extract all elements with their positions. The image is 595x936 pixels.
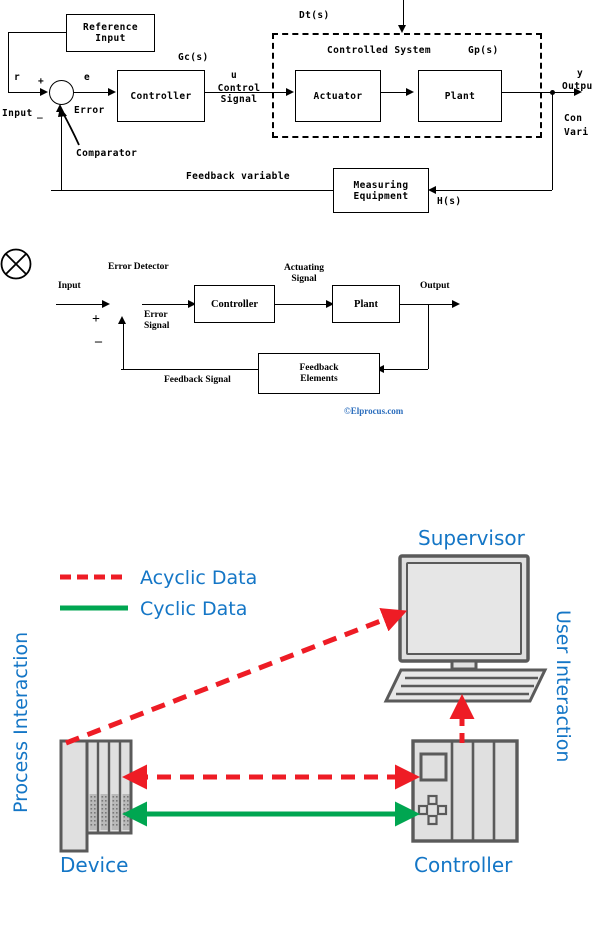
arrow-disturbance-down <box>398 25 406 33</box>
fig2-plus-sign: + <box>92 312 100 327</box>
plant-box: Plant <box>418 70 502 122</box>
gc-label: Gc(s) <box>178 52 209 63</box>
reference-input-label: Reference Input <box>82 22 139 44</box>
u-label: u <box>231 70 238 81</box>
fig2-arrow-into-detector <box>102 300 110 308</box>
figure-closed-loop-control-system: Reference Input r + Input _ e Error Comp… <box>0 0 595 232</box>
fig2-feedback-down-wire <box>428 304 429 369</box>
controller-label: Controller <box>130 90 192 102</box>
feedback-to-measuring-wire <box>434 190 552 191</box>
measuring-equipment-label: Measuring Equipment <box>353 179 409 202</box>
fig2-controller-box: Controller <box>194 285 275 323</box>
ref-input-to-sum-wire <box>8 92 44 93</box>
minus-sign: _ <box>37 108 44 119</box>
y-label: y <box>577 68 584 79</box>
ref-input-top-wire <box>8 32 66 33</box>
figure-feedback-control-system: Input Error Detector + – Error Signal Co… <box>0 248 595 434</box>
measuring-equipment-box: Measuring Equipment <box>333 168 429 213</box>
feedback-variable-wire <box>51 190 334 191</box>
fig2-plant-box: Plant <box>332 285 400 323</box>
hs-label: H(s) <box>437 196 462 207</box>
arrow-device-to-supervisor <box>65 608 408 746</box>
actuating-signal-label: Actuating Signal <box>283 263 325 284</box>
error-detector-symbol <box>0 248 32 280</box>
plus-sign: + <box>38 76 45 87</box>
fig2-feedback-signal-wire <box>121 369 258 370</box>
diagram-page: Reference Input r + Input _ e Error Comp… <box>0 0 595 936</box>
arrow-into-summing-junction <box>40 88 48 96</box>
fig2-plant-label: Plant <box>354 298 378 310</box>
fig2-error-wire <box>142 304 192 305</box>
fig2-minus-sign: – <box>95 334 102 349</box>
gp-label: Gp(s) <box>468 45 499 56</box>
controlled-variable-line2: Vari <box>564 127 589 138</box>
feedback-signal-label: Feedback Signal <box>164 375 231 385</box>
fig2-input-wire <box>56 304 106 305</box>
fig2-feedback-to-elements-wire <box>382 369 428 370</box>
figure-cyclic-acyclic-data: Acyclic Data Cyclic Data Process Interac… <box>0 510 595 936</box>
elprocus-watermark: ©Elprocus.com <box>344 406 404 416</box>
plant-label: Plant <box>444 90 476 102</box>
feedback-elements-label: Feedback Elements <box>299 362 339 384</box>
actuator-box: Actuator <box>295 70 381 122</box>
arrow-into-measuring-equipment <box>428 186 436 194</box>
fig2-actuating-wire <box>275 304 330 305</box>
fig2-output-wire <box>400 304 458 305</box>
control-signal-label: Control Signal <box>217 83 261 105</box>
controlled-variable-line1: Con <box>564 113 583 124</box>
feedback-elements-box: Feedback Elements <box>258 353 380 394</box>
arrows-layer <box>65 608 475 827</box>
fig2-feedback-up-wire <box>123 324 124 369</box>
controlled-system-label: Controlled System <box>327 45 432 56</box>
feedback-down-wire <box>552 92 553 190</box>
plant-output-wire <box>502 92 580 93</box>
fig2-input-label: Input <box>58 281 81 291</box>
feedback-up-wire <box>61 113 62 190</box>
input-label: Input <box>2 108 33 119</box>
actuator-label: Actuator <box>313 90 363 102</box>
r-label: r <box>14 72 21 83</box>
error-detector-label: Error Detector <box>108 262 169 272</box>
fig2-output-label: Output <box>420 281 450 291</box>
fig2-arrow-output <box>452 300 460 308</box>
fig2-arrow-into-detector-bottom <box>118 316 126 324</box>
fig2-controller-label: Controller <box>210 298 259 310</box>
error-wire <box>74 92 112 93</box>
dt-label: Dt(s) <box>299 10 330 21</box>
arrow-into-plant <box>406 88 414 96</box>
e-label: e <box>84 72 91 83</box>
disturbance-wire <box>403 0 404 27</box>
controller-box: Controller <box>117 70 205 122</box>
output-label: Outpu <box>562 81 593 92</box>
error-signal-label: Error Signal <box>144 310 170 331</box>
ref-input-down-wire <box>8 32 9 92</box>
arrow-into-summing-junction-bottom <box>56 104 64 112</box>
reference-input-box: Reference Input <box>66 14 155 52</box>
comparator-label: Comparator <box>76 148 138 159</box>
arrow-into-controller <box>108 88 116 96</box>
feedback-variable-label: Feedback variable <box>186 171 291 182</box>
